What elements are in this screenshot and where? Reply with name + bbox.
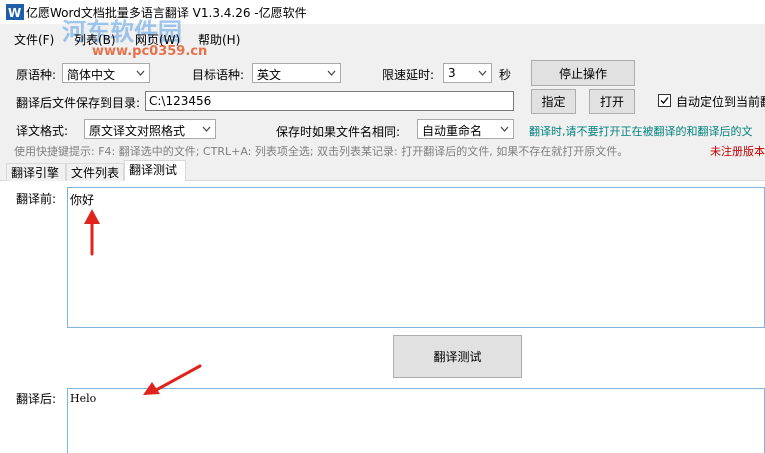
menu-file[interactable]: 文件(F) (14, 31, 54, 48)
open-button[interactable]: 打开 (589, 89, 635, 114)
annotation-arrow-left-icon (143, 364, 202, 395)
target-language-select[interactable]: 英文 (252, 63, 341, 83)
delay-value: 3 (448, 66, 456, 80)
format-label: 译文格式: (16, 124, 69, 138)
delay-unit: 秒 (499, 68, 512, 82)
samename-select[interactable]: 自动重命名 (417, 119, 514, 139)
shortcut-hint: 使用快捷键提示: F4: 翻译选中的文件; CTRL+A: 列表项全选; 双击列… (14, 145, 629, 158)
svg-text:W: W (8, 6, 21, 20)
tab-translation-engine[interactable]: 翻译引擎 (6, 163, 66, 181)
checkmark-icon (660, 97, 669, 104)
menu-web[interactable]: 网页(W) (135, 31, 180, 48)
chevron-down-icon (136, 70, 145, 76)
target-language-label: 目标语种: (192, 68, 245, 82)
menu-list[interactable]: 列表(B) (74, 31, 116, 48)
warning-text: 翻译时,请不要打开正在被翻译的和翻译后的文 (529, 125, 753, 138)
translate-test-button[interactable]: 翻译测试 (393, 335, 522, 378)
delay-label: 限速延时: (382, 68, 435, 82)
unregistered-badge: 未注册版本 (710, 145, 765, 158)
app-icon: W (6, 4, 24, 20)
source-language-value: 简体中文 (67, 68, 116, 82)
chevron-down-icon (202, 126, 211, 132)
stop-button[interactable]: 停止操作 (531, 60, 635, 86)
save-dir-label: 翻译后文件保存到目录: (16, 96, 141, 110)
before-label: 翻译前: (16, 192, 57, 206)
tab-file-list[interactable]: 文件列表 (66, 163, 124, 181)
samename-value: 自动重命名 (422, 124, 483, 138)
chevron-down-icon (478, 70, 487, 76)
chevron-down-icon (327, 70, 336, 76)
target-language-value: 英文 (257, 68, 282, 82)
delay-select[interactable]: 3 (443, 63, 492, 83)
assign-button[interactable]: 指定 (531, 89, 576, 114)
source-language-select[interactable]: 简体中文 (62, 63, 150, 83)
annotation-arrow-up-icon (84, 209, 100, 256)
menu-help[interactable]: 帮助(H) (198, 31, 240, 48)
save-dir-value: C:\123456 (149, 94, 212, 108)
chevron-down-icon (500, 126, 509, 132)
tab-translation-test[interactable]: 翻译测试 (124, 160, 186, 181)
autolocate-checkbox[interactable] (658, 94, 671, 107)
autolocate-label: 自动定位到当前翻 (676, 95, 765, 109)
source-language-label: 原语种: (16, 68, 57, 82)
source-text-area[interactable]: 你好 (67, 187, 765, 328)
after-label: 翻译后: (16, 392, 57, 406)
result-text: Helo (70, 392, 97, 405)
format-select[interactable]: 原文译文对照格式 (84, 119, 216, 139)
samename-label: 保存时如果文件名相同: (276, 125, 401, 139)
save-dir-input[interactable]: C:\123456 (145, 91, 514, 111)
format-value: 原文译文对照格式 (89, 124, 186, 138)
